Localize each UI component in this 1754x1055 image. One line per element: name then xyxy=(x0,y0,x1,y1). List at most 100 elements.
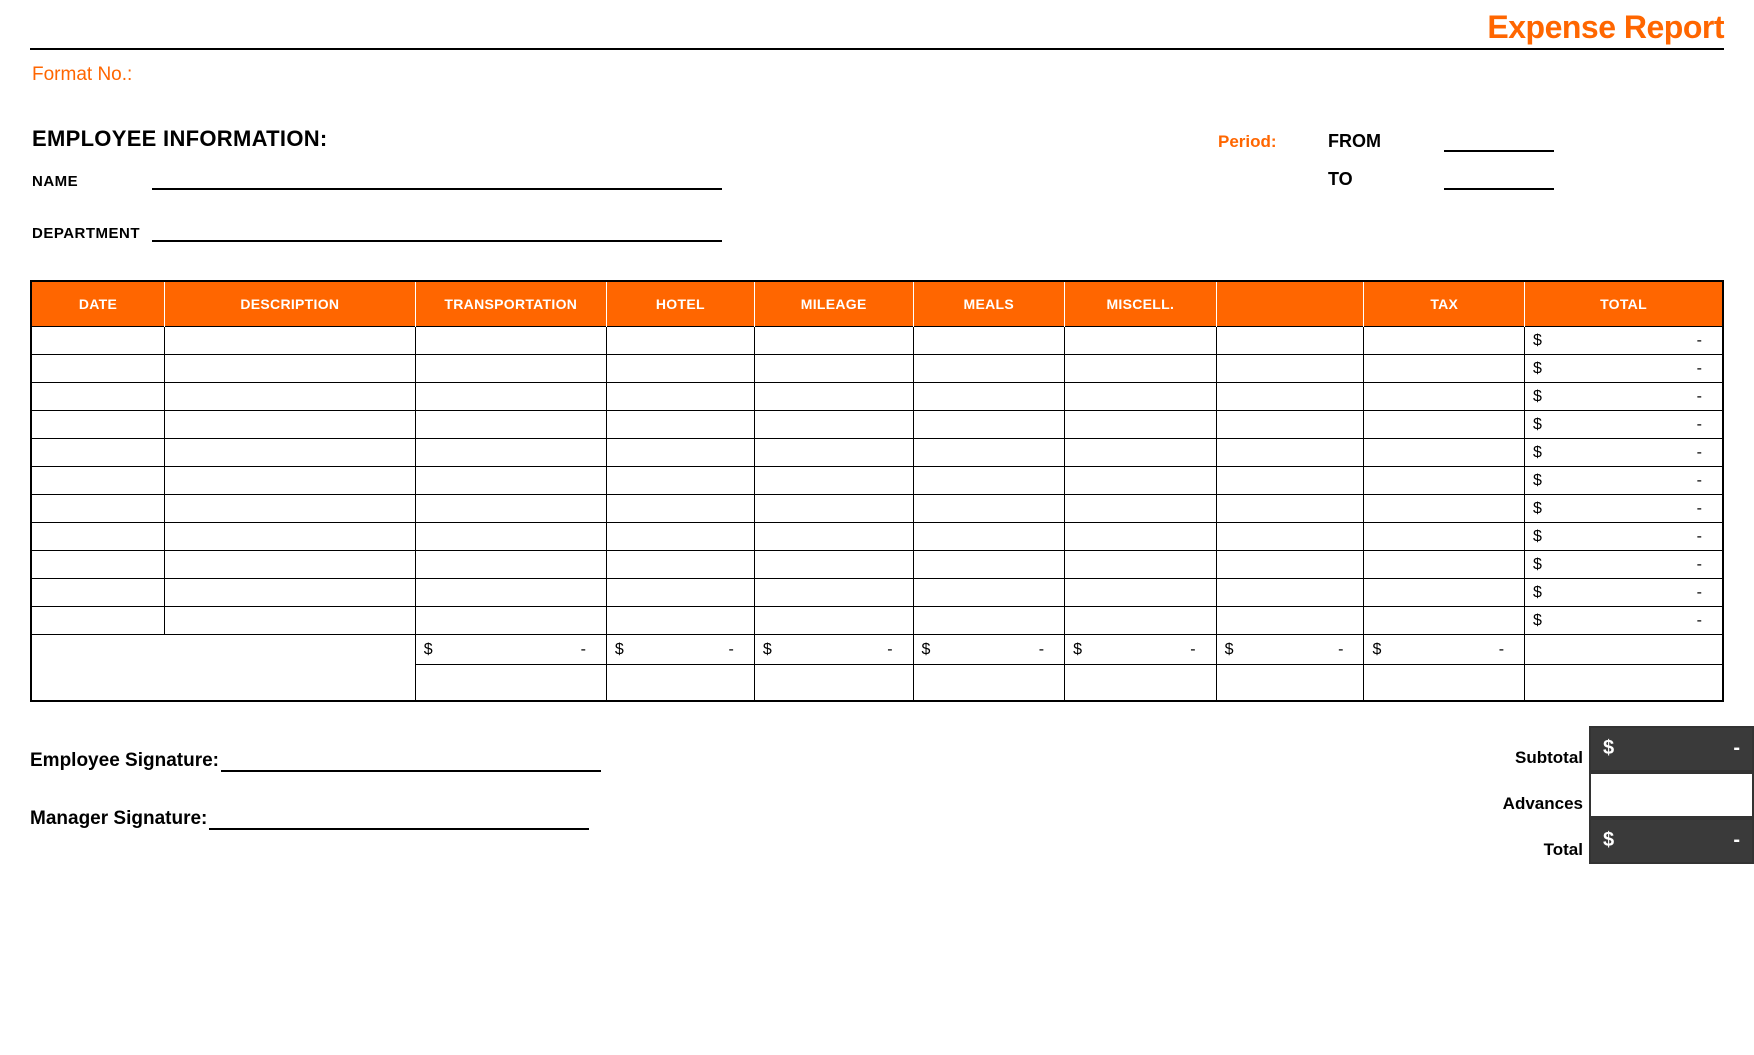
cell-input[interactable] xyxy=(415,607,606,635)
cell-input[interactable] xyxy=(1364,551,1525,579)
cell-input[interactable] xyxy=(913,355,1065,383)
cell-input[interactable] xyxy=(164,467,415,495)
cell-input[interactable] xyxy=(913,411,1065,439)
cell-input[interactable] xyxy=(754,411,913,439)
cell-input[interactable] xyxy=(913,579,1065,607)
cell-input[interactable] xyxy=(754,467,913,495)
cell-input[interactable] xyxy=(31,467,164,495)
cell-input[interactable] xyxy=(913,467,1065,495)
manager-signature-field[interactable] xyxy=(209,808,589,830)
cell-input[interactable] xyxy=(606,327,754,355)
employee-signature-field[interactable] xyxy=(221,750,601,772)
cell-input[interactable] xyxy=(164,607,415,635)
cell-input[interactable] xyxy=(31,523,164,551)
cell-input[interactable] xyxy=(415,467,606,495)
cell-input[interactable] xyxy=(31,327,164,355)
advances-value[interactable] xyxy=(1589,772,1754,818)
cell-input[interactable] xyxy=(415,439,606,467)
cell-input[interactable] xyxy=(1065,327,1217,355)
cell-input[interactable] xyxy=(1364,467,1525,495)
cell-input[interactable] xyxy=(754,355,913,383)
cell-input[interactable] xyxy=(913,383,1065,411)
cell-input[interactable] xyxy=(1364,579,1525,607)
cell-input[interactable] xyxy=(606,439,754,467)
cell-input[interactable] xyxy=(754,579,913,607)
cell-input[interactable] xyxy=(606,523,754,551)
cell-input[interactable] xyxy=(31,551,164,579)
cell-input[interactable] xyxy=(754,383,913,411)
cell-input[interactable] xyxy=(1216,607,1364,635)
cell-input[interactable] xyxy=(1065,467,1217,495)
cell-input[interactable] xyxy=(754,327,913,355)
cell-input[interactable] xyxy=(31,579,164,607)
cell-input[interactable] xyxy=(1065,607,1217,635)
cell-input[interactable] xyxy=(415,551,606,579)
cell-input[interactable] xyxy=(606,495,754,523)
cell-input[interactable] xyxy=(1216,579,1364,607)
cell-input[interactable] xyxy=(1065,411,1217,439)
cell-input[interactable] xyxy=(1065,495,1217,523)
cell-input[interactable] xyxy=(606,551,754,579)
cell-input[interactable] xyxy=(1216,551,1364,579)
cell-input[interactable] xyxy=(31,439,164,467)
cell-input[interactable] xyxy=(164,411,415,439)
cell-input[interactable] xyxy=(1364,439,1525,467)
cell-input[interactable] xyxy=(606,355,754,383)
cell-input[interactable] xyxy=(164,355,415,383)
cell-input[interactable] xyxy=(415,411,606,439)
cell-input[interactable] xyxy=(606,411,754,439)
cell-input[interactable] xyxy=(415,495,606,523)
cell-input[interactable] xyxy=(606,607,754,635)
cell-input[interactable] xyxy=(754,439,913,467)
cell-input[interactable] xyxy=(1216,439,1364,467)
cell-input[interactable] xyxy=(754,607,913,635)
cell-input[interactable] xyxy=(754,495,913,523)
cell-input[interactable] xyxy=(1065,523,1217,551)
cell-input[interactable] xyxy=(164,495,415,523)
cell-input[interactable] xyxy=(913,495,1065,523)
cell-input[interactable] xyxy=(913,439,1065,467)
cell-input[interactable] xyxy=(913,327,1065,355)
cell-input[interactable] xyxy=(1065,579,1217,607)
cell-input[interactable] xyxy=(164,523,415,551)
cell-input[interactable] xyxy=(31,607,164,635)
cell-input[interactable] xyxy=(1364,523,1525,551)
cell-input[interactable] xyxy=(1364,607,1525,635)
cell-input[interactable] xyxy=(164,551,415,579)
cell-input[interactable] xyxy=(415,579,606,607)
cell-input[interactable] xyxy=(606,579,754,607)
cell-input[interactable] xyxy=(1364,327,1525,355)
cell-input[interactable] xyxy=(415,355,606,383)
cell-input[interactable] xyxy=(913,551,1065,579)
cell-input[interactable] xyxy=(1364,383,1525,411)
cell-input[interactable] xyxy=(1065,355,1217,383)
cell-input[interactable] xyxy=(1065,439,1217,467)
cell-input[interactable] xyxy=(913,523,1065,551)
cell-input[interactable] xyxy=(1216,467,1364,495)
cell-input[interactable] xyxy=(164,439,415,467)
cell-input[interactable] xyxy=(913,607,1065,635)
cell-input[interactable] xyxy=(31,495,164,523)
cell-input[interactable] xyxy=(164,579,415,607)
period-to-field[interactable] xyxy=(1444,168,1554,190)
cell-input[interactable] xyxy=(415,327,606,355)
department-field[interactable] xyxy=(152,218,722,242)
cell-input[interactable] xyxy=(415,383,606,411)
cell-input[interactable] xyxy=(754,523,913,551)
cell-input[interactable] xyxy=(1216,411,1364,439)
cell-input[interactable] xyxy=(606,383,754,411)
cell-input[interactable] xyxy=(415,523,606,551)
cell-input[interactable] xyxy=(31,411,164,439)
cell-input[interactable] xyxy=(1065,383,1217,411)
cell-input[interactable] xyxy=(164,327,415,355)
cell-input[interactable] xyxy=(1216,383,1364,411)
cell-input[interactable] xyxy=(1216,523,1364,551)
cell-input[interactable] xyxy=(754,551,913,579)
cell-input[interactable] xyxy=(31,355,164,383)
cell-input[interactable] xyxy=(1216,495,1364,523)
cell-input[interactable] xyxy=(1364,355,1525,383)
name-field[interactable] xyxy=(152,166,722,190)
cell-input[interactable] xyxy=(1065,551,1217,579)
cell-input[interactable] xyxy=(1364,495,1525,523)
cell-input[interactable] xyxy=(31,383,164,411)
